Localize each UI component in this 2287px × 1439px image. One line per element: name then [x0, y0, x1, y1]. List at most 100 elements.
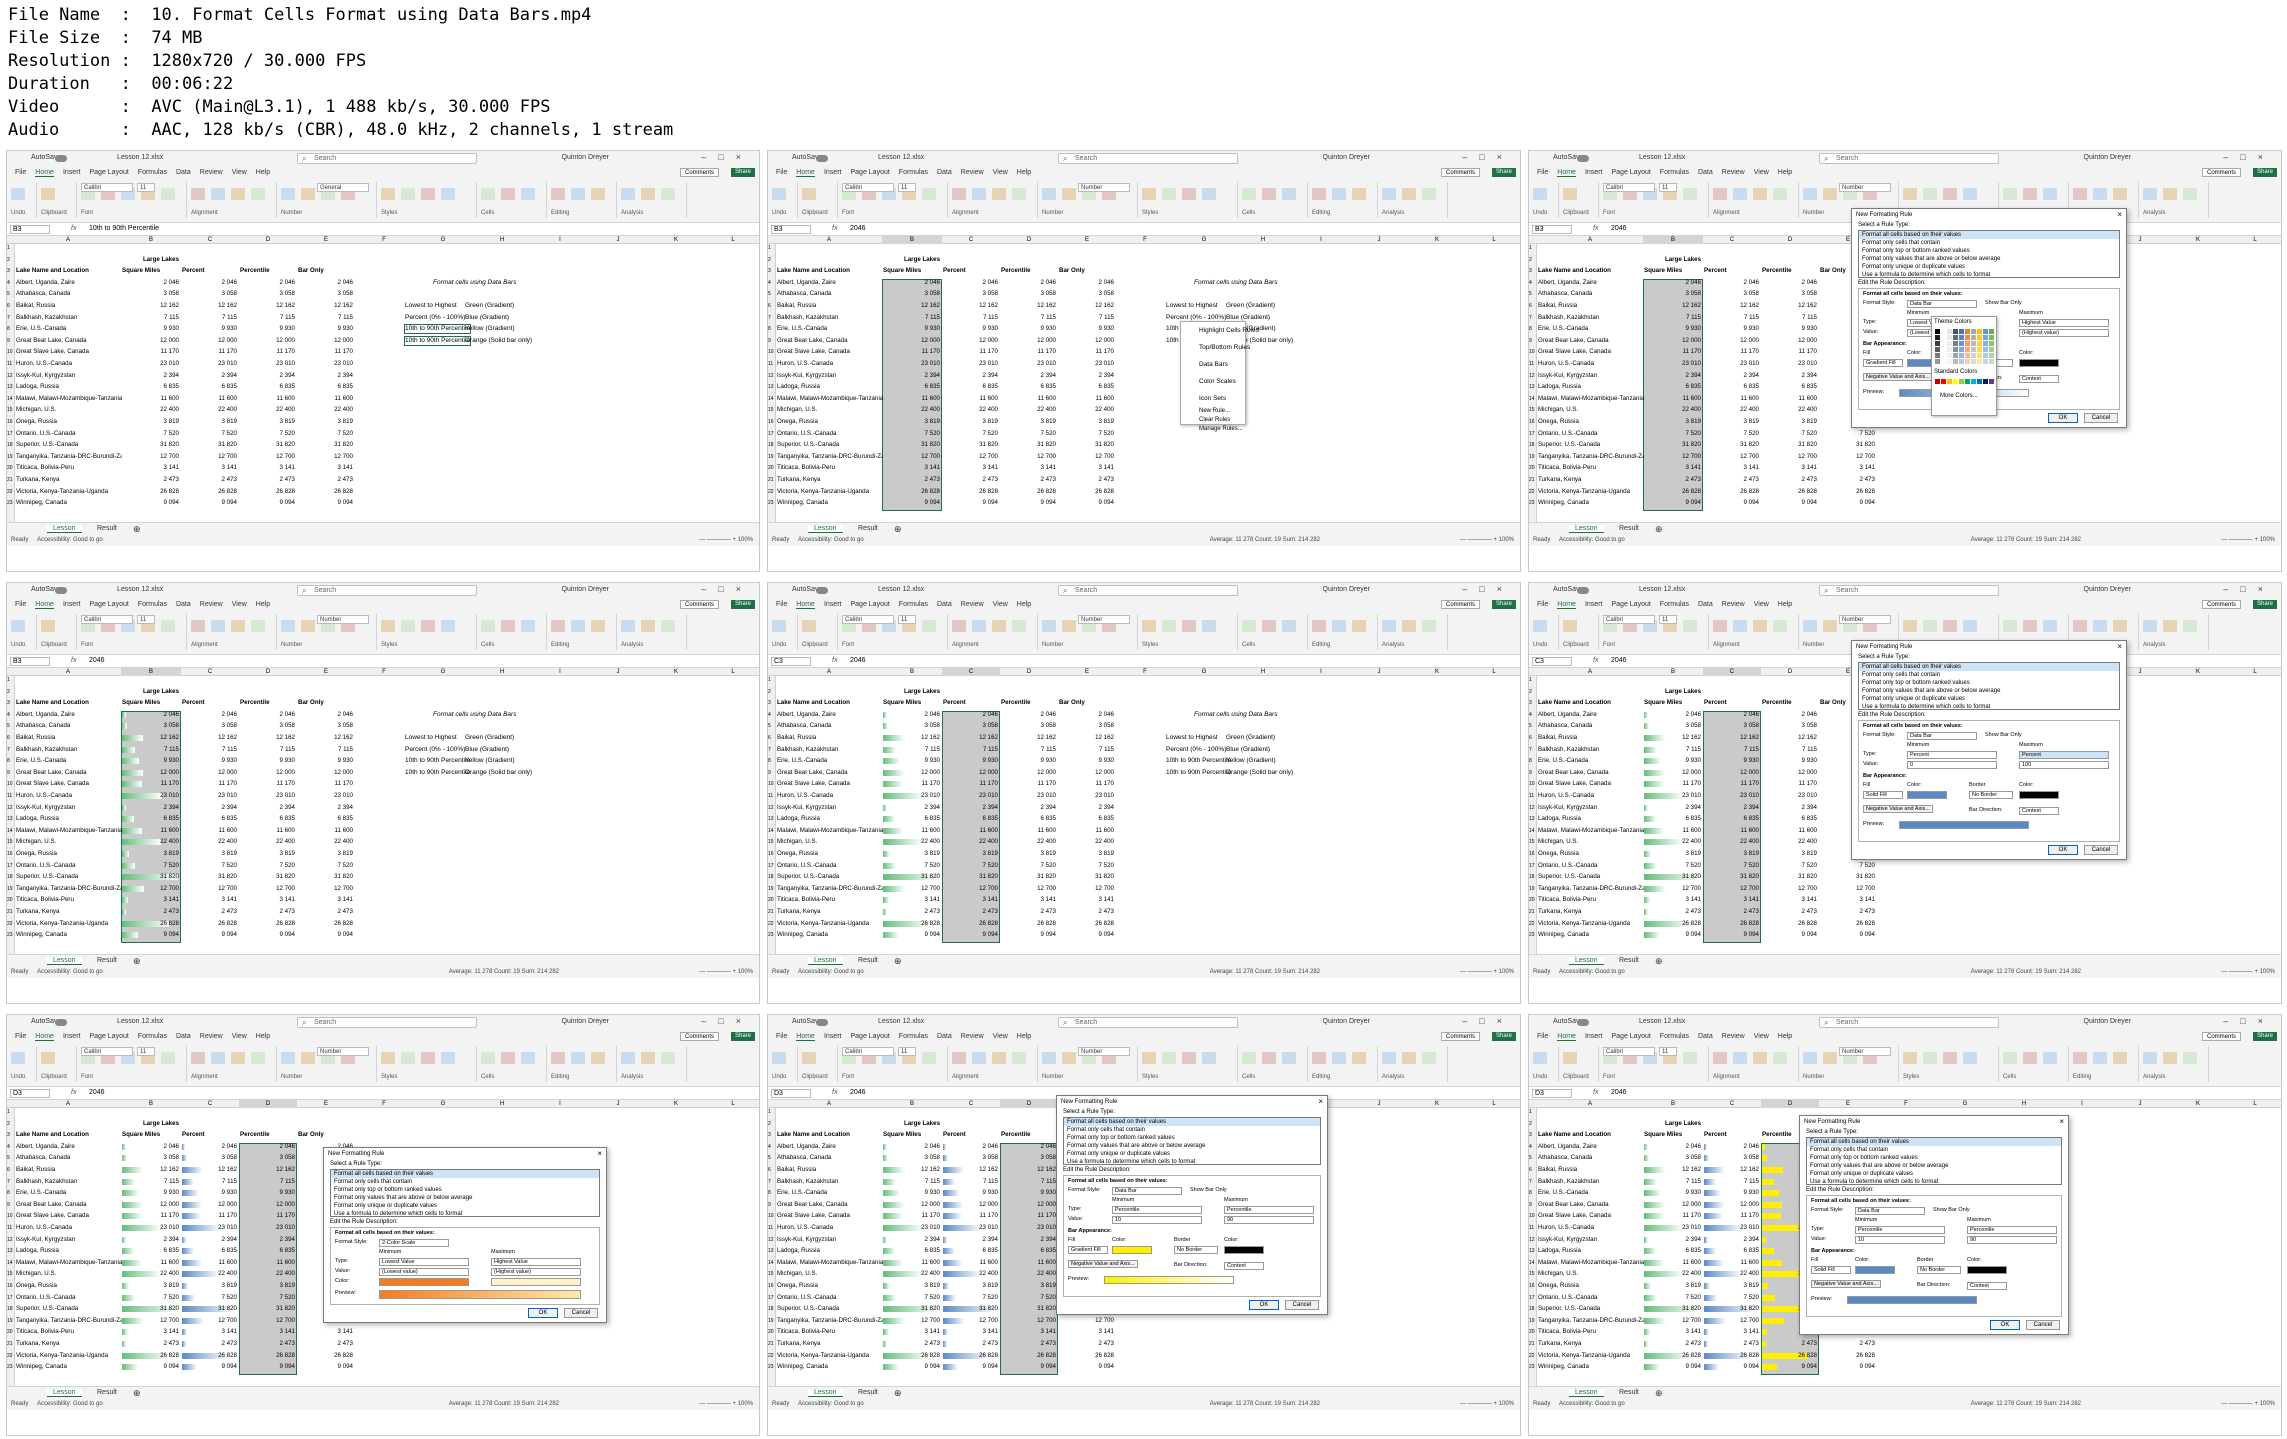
cell-value[interactable]: 11 170 [942, 348, 999, 356]
ribbon-icon[interactable] [381, 620, 395, 632]
ribbon-icon[interactable] [1182, 620, 1196, 632]
cell-value[interactable]: 2 394 [297, 804, 354, 812]
cell-value[interactable]: 3 819 [882, 1282, 941, 1290]
cell-value[interactable]: 3 819 [239, 850, 296, 858]
cell-value[interactable]: 7 520 [882, 430, 941, 438]
cell-value[interactable]: 3 141 [121, 1328, 180, 1336]
row-header[interactable]: 12 [768, 372, 776, 380]
window-controls[interactable]: –□× [2223, 152, 2275, 162]
share-button[interactable]: Share [730, 1032, 755, 1041]
cell-value[interactable]: 12 162 [239, 302, 296, 310]
column-header[interactable]: L [705, 1100, 759, 1108]
border-dropdown[interactable]: No Border [1174, 1246, 1218, 1254]
cell-value[interactable]: 12 700 [181, 453, 238, 461]
cell-value[interactable]: 11 170 [239, 780, 296, 788]
cell-value[interactable]: 11 170 [1058, 780, 1115, 788]
column-header[interactable]: G [1174, 668, 1234, 676]
column-header[interactable]: D [1000, 668, 1058, 676]
cell-value[interactable]: 11 170 [121, 780, 180, 788]
cell-value[interactable]: 3 819 [1703, 418, 1760, 426]
cell-value[interactable]: 2 046 [239, 1143, 296, 1151]
cell-value[interactable]: 3 058 [239, 1154, 296, 1162]
row-header[interactable]: 11 [768, 1224, 776, 1232]
cell-value[interactable]: 9 094 [1643, 1363, 1702, 1371]
row-header[interactable]: 16 [1529, 1282, 1537, 1290]
tab-review[interactable]: Review [961, 1033, 984, 1040]
cell-value[interactable]: 7 115 [882, 1178, 941, 1186]
row-header[interactable]: 3 [7, 699, 15, 707]
ribbon-icon[interactable] [211, 620, 225, 632]
row-header[interactable]: 19 [768, 1317, 776, 1325]
row-header[interactable]: 5 [7, 1154, 15, 1162]
tab-formulas[interactable]: Formulas [899, 1033, 928, 1040]
ribbon-icon[interactable] [1713, 1052, 1727, 1064]
row-header[interactable]: 12 [1529, 372, 1537, 380]
number-format-dropdown[interactable]: General [317, 183, 369, 192]
cell-value[interactable]: 31 820 [297, 441, 354, 449]
autosave-toggle[interactable] [816, 1019, 828, 1026]
cell-value[interactable]: 2 473 [297, 476, 354, 484]
cell-value[interactable]: 11 170 [121, 348, 180, 356]
ribbon-icon[interactable] [2183, 1052, 2197, 1064]
cell-value[interactable]: 11 170 [1000, 348, 1057, 356]
cell-value[interactable]: 2 394 [181, 372, 238, 380]
bar-direction-dropdown[interactable]: Context [1224, 1262, 1264, 1270]
cell-value[interactable]: 22 400 [942, 1270, 999, 1278]
cell-value[interactable]: 2 394 [1643, 372, 1702, 380]
cell-value[interactable]: 12 700 [942, 453, 999, 461]
row-header[interactable]: 23 [1529, 931, 1537, 939]
cell-value[interactable]: 9 930 [121, 757, 180, 765]
cell-value[interactable]: 23 010 [239, 360, 296, 368]
cell-value[interactable]: 11 170 [181, 1212, 238, 1220]
cell-value[interactable]: 9 930 [1703, 325, 1760, 333]
cell-value[interactable]: 12 700 [121, 885, 180, 893]
ribbon-icon[interactable] [952, 620, 966, 632]
maximum-color-dropdown[interactable] [491, 1278, 581, 1286]
row-header[interactable]: 2 [1529, 1120, 1537, 1128]
row-header[interactable]: 5 [7, 290, 15, 298]
tab-home[interactable]: Home [35, 1033, 54, 1041]
row-header[interactable]: 15 [768, 406, 776, 414]
zoom-control[interactable]: — ———— + 100% [699, 969, 753, 975]
ribbon-icon[interactable] [1713, 188, 1727, 200]
cell-value[interactable]: 12 700 [1643, 1317, 1702, 1325]
cell-value[interactable]: 7 115 [942, 1178, 999, 1186]
row-header[interactable]: 7 [1529, 1178, 1537, 1186]
ribbon-icon[interactable] [1162, 188, 1176, 200]
ribbon-icon[interactable] [501, 620, 515, 632]
cell-value[interactable]: 3 058 [121, 722, 180, 730]
cell-value[interactable]: 3 058 [297, 722, 354, 730]
row-header[interactable]: 6 [768, 1166, 776, 1174]
row-header[interactable]: 19 [1529, 885, 1537, 893]
rule-type-item[interactable]: Format only unique or duplicate values [1859, 263, 2119, 271]
cell-value[interactable]: 11 600 [1058, 395, 1115, 403]
ribbon-icon[interactable] [421, 620, 435, 632]
column-header[interactable]: H [1995, 1100, 2053, 1108]
ribbon-icon[interactable] [1422, 1052, 1436, 1064]
cell-value[interactable]: 9 094 [121, 931, 180, 939]
cell-value[interactable]: 31 820 [882, 441, 941, 449]
minimum-value-input[interactable]: 10 [1855, 1236, 1945, 1244]
tab-review[interactable]: Review [1722, 1033, 1745, 1040]
row-header[interactable]: 23 [768, 1363, 776, 1371]
color-swatch[interactable] [1989, 329, 1994, 334]
tab-view[interactable]: View [1754, 1033, 1769, 1040]
cell-value[interactable]: 11 600 [882, 827, 941, 835]
zoom-control[interactable]: — ———— + 100% [2221, 1401, 2275, 1407]
color-swatch[interactable] [1989, 347, 1994, 352]
cell-value[interactable]: 9 094 [297, 1363, 354, 1371]
ribbon-icon[interactable] [772, 620, 786, 632]
bar-direction-dropdown[interactable]: Context [1967, 1282, 2007, 1290]
row-header[interactable]: 18 [7, 873, 15, 881]
cell-value[interactable]: 2 394 [121, 372, 180, 380]
ribbon-icon[interactable] [952, 1052, 966, 1064]
color-swatch[interactable] [1977, 329, 1982, 334]
cell-value[interactable]: 12 162 [942, 1166, 999, 1174]
tab-data[interactable]: Data [937, 601, 952, 608]
cell-value[interactable]: 6 835 [942, 1247, 999, 1255]
row-header[interactable]: 11 [7, 792, 15, 800]
tab-file[interactable]: File [15, 1033, 26, 1040]
ribbon-icon[interactable] [441, 188, 455, 200]
row-header[interactable]: 3 [7, 1131, 15, 1139]
cell-value[interactable]: 2 473 [882, 908, 941, 916]
